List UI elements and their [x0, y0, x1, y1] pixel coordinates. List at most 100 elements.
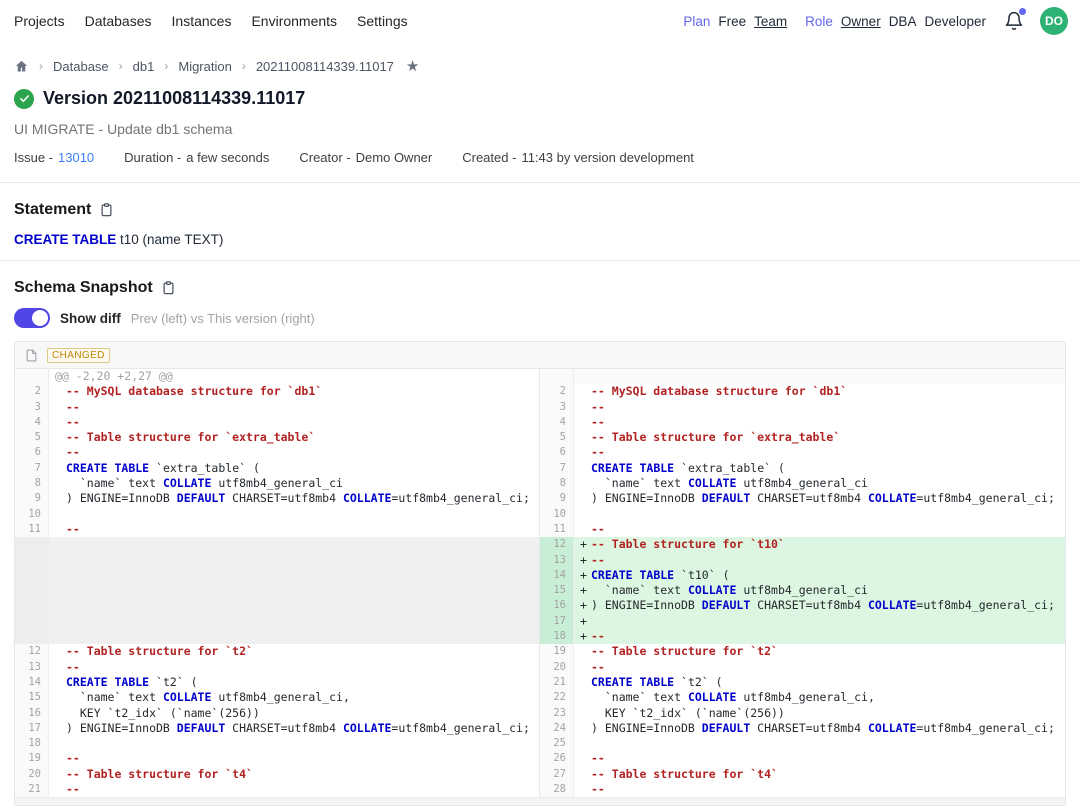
breadcrumb-item[interactable]: Migration: [178, 59, 231, 74]
plan-options: Free Team: [718, 14, 787, 29]
nav-item-databases[interactable]: Databases: [85, 13, 152, 29]
diff-row: [15, 537, 539, 552]
diff-pane-right[interactable]: 2-- MySQL database structure for `db1`3-…: [540, 369, 1065, 797]
diff-row: 13+--: [540, 553, 1065, 568]
line-number: 25: [540, 736, 574, 751]
diff-row: 19--: [15, 751, 539, 766]
line-number: 5: [15, 430, 49, 445]
line-number: 20: [15, 767, 49, 782]
line-number: 13: [540, 553, 574, 568]
code-line: [49, 614, 539, 629]
code-line: --: [49, 751, 539, 766]
breadcrumb-separator: ›: [164, 59, 168, 73]
role-label: Role: [805, 14, 833, 29]
diff-header: CHANGED: [15, 342, 1065, 369]
breadcrumb-item[interactable]: db1: [133, 59, 155, 74]
nav-item-settings[interactable]: Settings: [357, 13, 408, 29]
line-number: [540, 369, 574, 384]
copy-statement-icon[interactable]: [99, 202, 114, 218]
meta-item: Duration -a few seconds: [124, 150, 269, 165]
meta-value[interactable]: 13010: [58, 150, 94, 165]
diff-row: 8 `name` text COLLATE utf8mb4_general_ci: [15, 476, 539, 491]
avatar[interactable]: DO: [1040, 7, 1068, 35]
line-number: 19: [540, 644, 574, 659]
diff-pane-left[interactable]: @@ -2,20 +2,27 @@2-- MySQL database stru…: [15, 369, 540, 797]
statement-heading: Statement: [0, 183, 1080, 219]
diff-row: 21--: [15, 782, 539, 797]
code-line: -- Table structure for `t2`: [49, 644, 539, 659]
line-number: 27: [540, 767, 574, 782]
line-number: 7: [15, 461, 49, 476]
code-line: [49, 583, 539, 598]
show-diff-row: Show diff Prev (left) vs This version (r…: [0, 297, 1080, 341]
line-number: 11: [15, 522, 49, 537]
meta-row: Issue -13010Duration -a few secondsCreat…: [0, 137, 1080, 182]
page-title: Version 20211008114339.11017: [43, 88, 305, 109]
line-number: [15, 568, 49, 583]
line-number: 16: [540, 598, 574, 613]
diff-row: 7CREATE TABLE `extra_table` (: [15, 461, 539, 476]
line-number: 12: [15, 644, 49, 659]
notification-bell-icon[interactable]: [1004, 10, 1026, 32]
snapshot-heading-label: Schema Snapshot: [14, 279, 153, 297]
line-number: 20: [540, 660, 574, 675]
line-number: 22: [540, 690, 574, 705]
file-icon: [25, 348, 38, 363]
plan-label: Plan: [683, 14, 710, 29]
breadcrumb-item[interactable]: Database: [53, 59, 109, 74]
code-line: -- Table structure for `extra_table`: [49, 430, 539, 445]
line-number: 2: [540, 384, 574, 399]
line-number: 7: [540, 461, 574, 476]
favorite-star-icon[interactable]: ★: [406, 57, 419, 75]
diff-row: 11--: [540, 522, 1065, 537]
nav-item-projects[interactable]: Projects: [14, 13, 65, 29]
diff-row: 19-- Table structure for `t2`: [540, 644, 1065, 659]
breadcrumb-separator: ›: [39, 59, 43, 73]
nav-option-free: Free: [718, 14, 746, 29]
line-number: [15, 583, 49, 598]
diff-row: 16 KEY `t2_idx` (`name`(256)): [15, 706, 539, 721]
copy-snapshot-icon[interactable]: [161, 280, 176, 296]
meta-label: Created -: [462, 150, 516, 165]
line-number: 19: [15, 751, 49, 766]
line-number: [15, 553, 49, 568]
line-number: 14: [15, 675, 49, 690]
breadcrumb-item[interactable]: 20211008114339.11017: [256, 59, 394, 74]
diff-horizontal-scrollbar[interactable]: [15, 797, 1065, 805]
code-line: [574, 736, 1065, 751]
code-line: -- Table structure for `t2`: [574, 644, 1065, 659]
diff-row: 15+ `name` text COLLATE utf8mb4_general_…: [540, 583, 1065, 598]
meta-value: Demo Owner: [356, 150, 433, 165]
code-line: CREATE TABLE `extra_table` (: [574, 461, 1065, 476]
diff-row: 5-- Table structure for `extra_table`: [540, 430, 1065, 445]
line-number: [15, 598, 49, 613]
role-group: Role OwnerDBADeveloper: [805, 14, 986, 29]
diff-row: 2-- MySQL database structure for `db1`: [540, 384, 1065, 399]
diff-row: 17+: [540, 614, 1065, 629]
breadcrumb-items: ›Database›db1›Migration›20211008114339.1…: [39, 59, 394, 74]
code-line: -- Table structure for `t4`: [49, 767, 539, 782]
diff-row: 22 `name` text COLLATE utf8mb4_general_c…: [540, 690, 1065, 705]
show-diff-toggle[interactable]: [14, 308, 50, 328]
line-number: 23: [540, 706, 574, 721]
diff-row: [15, 629, 539, 644]
nav-option-team[interactable]: Team: [754, 14, 787, 29]
code-line: --: [49, 415, 539, 430]
code-line: `name` text COLLATE utf8mb4_general_ci,: [49, 690, 539, 705]
diff-row: 27-- Table structure for `t4`: [540, 767, 1065, 782]
line-number: 4: [15, 415, 49, 430]
diff-row: 10: [540, 507, 1065, 522]
home-icon[interactable]: [14, 59, 29, 74]
diff-row: 4--: [540, 415, 1065, 430]
nav-option-owner[interactable]: Owner: [841, 14, 881, 29]
diff-row: 20--: [540, 660, 1065, 675]
nav-item-instances[interactable]: Instances: [172, 13, 232, 29]
nav-item-environments[interactable]: Environments: [251, 13, 337, 29]
line-number: 28: [540, 782, 574, 797]
line-number: 6: [15, 445, 49, 460]
title-row: Version 20211008114339.11017: [0, 75, 1080, 109]
code-line: CREATE TABLE `t2` (: [49, 675, 539, 690]
line-number: 9: [540, 491, 574, 506]
line-number: 21: [540, 675, 574, 690]
meta-label: Creator -: [299, 150, 350, 165]
